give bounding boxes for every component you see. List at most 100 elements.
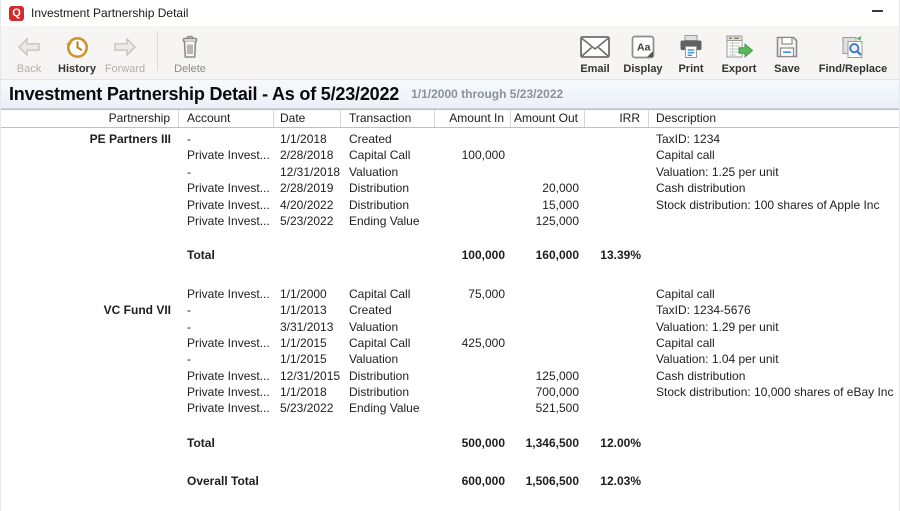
display-aa-icon: Aa bbox=[630, 33, 656, 61]
cell-account: - bbox=[179, 319, 274, 335]
cell-amount-out: 1,506,500 bbox=[511, 473, 585, 489]
cell-account: Private Invest... bbox=[179, 180, 274, 196]
column-header-amount-in: Amount In bbox=[435, 110, 511, 127]
forward-label: Forward bbox=[105, 63, 145, 75]
cell-description: Valuation: 1.04 per unit bbox=[649, 351, 899, 367]
cell-date bbox=[274, 473, 341, 489]
cell-amount-in bbox=[435, 384, 511, 400]
cell-description: Capital call bbox=[649, 147, 899, 163]
cell-amount-out bbox=[511, 351, 585, 367]
cell-transaction bbox=[341, 473, 435, 489]
printer-icon bbox=[678, 33, 704, 61]
cell-amount-in: 425,000 bbox=[435, 335, 511, 351]
column-header-partnership: Partnership bbox=[1, 110, 179, 127]
back-button[interactable]: Back bbox=[5, 26, 53, 75]
cell-description bbox=[649, 247, 899, 263]
cell-transaction: Ending Value bbox=[341, 400, 435, 416]
cell-partnership bbox=[1, 286, 179, 302]
email-button[interactable]: Email bbox=[571, 26, 619, 75]
cell-amount-out: 15,000 bbox=[511, 197, 585, 213]
print-button[interactable]: Print bbox=[667, 26, 715, 75]
delete-button[interactable]: Delete bbox=[166, 26, 214, 75]
table-row[interactable]: Private Invest...1/1/2000Capital Call75,… bbox=[1, 286, 899, 302]
cell-irr bbox=[585, 319, 649, 335]
cell-amount-out: 521,500 bbox=[511, 400, 585, 416]
section-total-row: Total500,0001,346,50012.00% bbox=[1, 435, 899, 451]
cell-partnership bbox=[1, 400, 179, 416]
cell-date: 2/28/2018 bbox=[274, 147, 341, 163]
cell-partnership bbox=[1, 473, 179, 489]
table-row[interactable]: PE Partners III-1/1/2018CreatedTaxID: 12… bbox=[1, 131, 899, 147]
table-row[interactable]: -12/31/2018ValuationValuation: 1.25 per … bbox=[1, 164, 899, 180]
cell-description bbox=[649, 213, 899, 229]
cell-amount-in: 500,000 bbox=[435, 435, 511, 451]
cell-amount-out bbox=[511, 131, 585, 147]
cell-amount-in: 100,000 bbox=[435, 247, 511, 263]
cell-description: TaxID: 1234-5676 bbox=[649, 302, 899, 318]
table-row[interactable]: Private Invest...5/23/2022Ending Value52… bbox=[1, 400, 899, 416]
save-button[interactable]: Save bbox=[763, 26, 811, 75]
cell-description bbox=[649, 435, 899, 451]
cell-account: Private Invest... bbox=[179, 197, 274, 213]
table-row[interactable]: Private Invest...1/1/2015Capital Call425… bbox=[1, 335, 899, 351]
find-replace-button[interactable]: Find/Replace bbox=[811, 26, 895, 75]
cell-irr bbox=[585, 286, 649, 302]
report-body: PE Partners III-1/1/2018CreatedTaxID: 12… bbox=[1, 128, 899, 511]
forward-button[interactable]: Forward bbox=[101, 26, 149, 75]
cell-irr bbox=[585, 213, 649, 229]
table-row[interactable]: Private Invest...2/28/2018Capital Call10… bbox=[1, 147, 899, 163]
table-row[interactable]: -3/31/2013ValuationValuation: 1.29 per u… bbox=[1, 319, 899, 335]
overall-total-row: Overall Total600,0001,506,50012.03% bbox=[1, 473, 899, 489]
minimize-button[interactable] bbox=[872, 10, 883, 12]
row-spacer bbox=[1, 264, 899, 286]
cell-transaction: Valuation bbox=[341, 164, 435, 180]
cell-description: TaxID: 1234 bbox=[649, 131, 899, 147]
table-row[interactable]: Private Invest...2/28/2019Distribution20… bbox=[1, 180, 899, 196]
table-row[interactable]: Private Invest...5/23/2022Ending Value12… bbox=[1, 213, 899, 229]
cell-date: 1/1/2018 bbox=[274, 384, 341, 400]
cell-amount-out bbox=[511, 286, 585, 302]
cell-partnership bbox=[1, 319, 179, 335]
export-button[interactable]: Export bbox=[715, 26, 763, 75]
cell-date: 4/20/2022 bbox=[274, 197, 341, 213]
find-replace-label: Find/Replace bbox=[819, 63, 887, 75]
cell-partnership bbox=[1, 351, 179, 367]
cell-amount-in: 100,000 bbox=[435, 147, 511, 163]
cell-partnership bbox=[1, 335, 179, 351]
cell-irr bbox=[585, 302, 649, 318]
cell-account: Total bbox=[179, 247, 274, 263]
cell-partnership bbox=[1, 384, 179, 400]
cell-amount-in bbox=[435, 400, 511, 416]
email-label: Email bbox=[580, 63, 609, 75]
history-button[interactable]: History bbox=[53, 26, 101, 75]
cell-transaction bbox=[341, 435, 435, 451]
window-title: Investment Partnership Detail bbox=[31, 6, 188, 20]
cell-amount-in: 600,000 bbox=[435, 473, 511, 489]
cell-date: 1/1/2000 bbox=[274, 286, 341, 302]
cell-description bbox=[649, 400, 899, 416]
table-row[interactable]: Private Invest...12/31/2015Distribution1… bbox=[1, 368, 899, 384]
cell-account: - bbox=[179, 131, 274, 147]
cell-irr bbox=[585, 335, 649, 351]
cell-irr bbox=[585, 197, 649, 213]
cell-date: 3/31/2013 bbox=[274, 319, 341, 335]
report-date-range: 1/1/2000 through 5/23/2022 bbox=[411, 87, 563, 101]
cell-account: Private Invest... bbox=[179, 147, 274, 163]
cell-transaction: Distribution bbox=[341, 180, 435, 196]
column-header-irr: IRR bbox=[585, 110, 649, 127]
row-spacer bbox=[1, 417, 899, 435]
cell-transaction: Valuation bbox=[341, 351, 435, 367]
display-button[interactable]: Aa Display bbox=[619, 26, 667, 75]
cell-account: Private Invest... bbox=[179, 368, 274, 384]
table-row[interactable]: -1/1/2015ValuationValuation: 1.04 per un… bbox=[1, 351, 899, 367]
cell-amount-in bbox=[435, 319, 511, 335]
cell-amount-in bbox=[435, 213, 511, 229]
cell-description: Stock distribution: 10,000 shares of eBa… bbox=[649, 384, 899, 400]
table-row[interactable]: Private Invest...4/20/2022Distribution15… bbox=[1, 197, 899, 213]
row-spacer bbox=[1, 451, 899, 473]
cell-irr: 12.03% bbox=[585, 473, 649, 489]
print-label: Print bbox=[678, 63, 703, 75]
table-row[interactable]: VC Fund VII-1/1/2013CreatedTaxID: 1234-5… bbox=[1, 302, 899, 318]
table-row[interactable]: Private Invest...1/1/2018Distribution700… bbox=[1, 384, 899, 400]
cell-irr bbox=[585, 147, 649, 163]
